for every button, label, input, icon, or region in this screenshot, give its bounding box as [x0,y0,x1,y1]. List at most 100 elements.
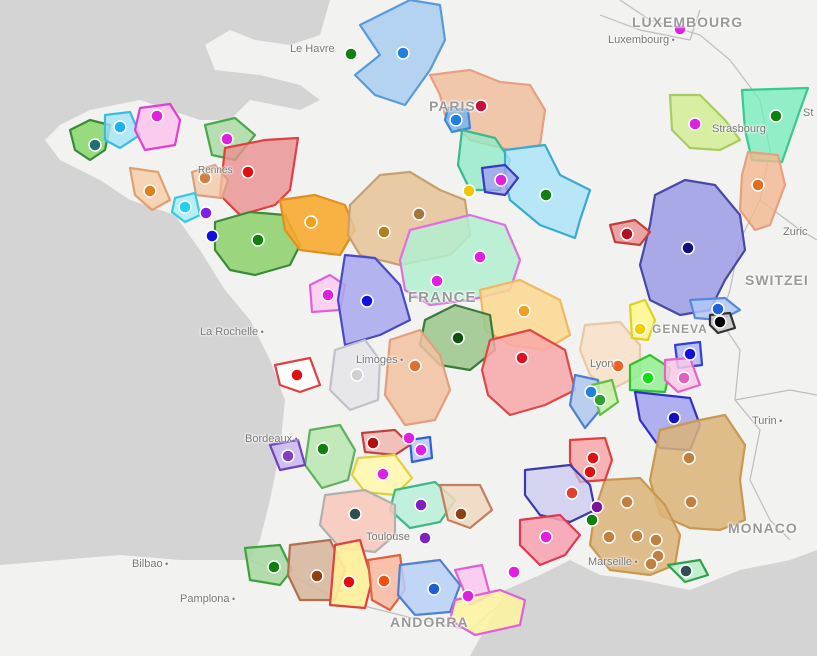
marker-marseille[interactable] [644,557,658,571]
label-luxembourg-city: Luxembourg [608,34,675,46]
marker-limousin-green[interactable] [451,331,465,345]
label-paris: PARIS [429,98,476,114]
marker-cyan-small[interactable] [178,200,192,214]
region-gironde-green[interactable] [303,423,357,490]
marker-lot[interactable] [376,467,390,481]
marker-limousin-orange[interactable] [408,359,422,373]
label-zurich: Zuric [783,226,808,238]
marker-geneva-yellow[interactable] [633,322,647,336]
marker-bearn[interactable] [310,569,324,583]
label-bilbao: Bilbao [132,558,168,570]
marker-loire-green[interactable] [251,233,265,247]
marker-poitou-blue[interactable] [360,294,374,308]
region-poitou-blue[interactable] [336,253,412,347]
marker-nice[interactable] [679,564,693,578]
marker-lyon-orange[interactable] [611,359,625,373]
region-alsace-orange[interactable] [738,150,787,232]
marker-champagne-green[interactable] [539,188,553,202]
label-st-edge: St [803,107,814,119]
marker-purple-small[interactable] [199,206,213,220]
marker-bigorre[interactable] [342,575,356,589]
marker-brittany-teal[interactable] [88,138,102,152]
marker-ariege[interactable] [427,582,441,596]
marker-alsace-orange[interactable] [751,178,765,192]
region-auvergne-red[interactable] [480,328,577,417]
marker-centre-pink[interactable] [430,274,444,288]
marker-savoy-green[interactable] [641,371,655,385]
marker-gironde[interactable] [316,442,330,456]
marker-le-havre[interactable] [344,47,358,61]
marker-isere-indigo[interactable] [667,411,681,425]
label-pamplona: Pamplona [180,593,235,605]
marker-herault[interactable] [539,530,553,544]
marker-toulouse[interactable] [418,531,432,545]
marker-geneva-black[interactable] [713,315,727,329]
marker-centre-tan-1[interactable] [377,225,391,239]
marker-centre-mint[interactable] [473,250,487,264]
marker-provence-4[interactable] [649,533,663,547]
marker-gard-green[interactable] [585,513,599,527]
marker-aude[interactable] [461,589,475,603]
marker-yellow[interactable] [462,184,476,198]
marker-normandy-east[interactable] [396,46,410,60]
marker-dordogne-red[interactable] [366,436,380,450]
marker-alps-1[interactable] [682,451,696,465]
marker-dordogne-pink[interactable] [402,431,416,445]
label-geneva: GENEVA [652,322,708,336]
marker-bordeaux-purple[interactable] [281,449,295,463]
marker-small-red[interactable] [620,227,634,241]
region-aveyron-tan[interactable] [438,483,494,530]
marker-tarn[interactable] [414,498,428,512]
marker-brittany-green[interactable] [220,132,234,146]
marker-lorraine[interactable] [688,117,702,131]
marker-auvergne-red[interactable] [515,351,529,365]
marker-provence-1[interactable] [620,495,634,509]
label-marseille: Marseille [588,556,638,568]
marker-limoges-grey[interactable] [350,368,364,382]
marker-aveyron[interactable] [454,507,468,521]
marker-isere-green[interactable] [593,393,607,407]
marker-paris-blue[interactable] [449,113,463,127]
label-andorra: ANDORRA [390,614,469,630]
marker-paris-magenta[interactable] [494,173,508,187]
marker-charente-red[interactable] [290,368,304,382]
marker-brittany-pink[interactable] [150,109,164,123]
marker-centre-tan-2[interactable] [412,207,426,221]
marker-provence-2[interactable] [602,530,616,544]
map-view[interactable]: LUXEMBOURG Luxembourg Le Havre PARIS Str… [0,0,817,656]
marker-paris-red[interactable] [474,99,488,113]
marker-blue-geneva[interactable] [711,302,725,316]
label-france: FRANCE [408,289,477,306]
marker-alsace-green[interactable] [769,109,783,123]
label-la-rochelle: La Rochelle [200,326,264,338]
marker-small-orange[interactable] [143,184,157,198]
marker-blue-small[interactable] [205,229,219,243]
marker-blue-small-2[interactable] [414,443,428,457]
label-bordeaux: Bordeaux [245,433,298,445]
marker-alps-2[interactable] [684,495,698,509]
marker-rhone-red-2[interactable] [583,465,597,479]
marker-comminges[interactable] [377,574,391,588]
marker-franche-comte[interactable] [681,241,695,255]
sea-channel [0,0,330,565]
label-switzerland: SWITZEI [745,272,809,288]
marker-brittany-cyan[interactable] [113,120,127,134]
marker-rhone-red-1[interactable] [586,451,600,465]
marker-basque[interactable] [267,560,281,574]
marker-gard-orange[interactable] [565,486,579,500]
marker-savoy-blue[interactable] [683,347,697,361]
marker-gers[interactable] [348,507,362,521]
marker-roussillon[interactable] [507,565,521,579]
label-le-havre: Le Havre [290,43,335,55]
label-limoges: Limoges [356,354,403,366]
marker-anjou-orange[interactable] [304,215,318,229]
border-italy [734,389,817,401]
marker-provence-3[interactable] [630,529,644,543]
marker-maine-red[interactable] [241,165,255,179]
label-turin: Turin [752,415,782,427]
marker-poitou-pink[interactable] [321,288,335,302]
label-lyon: Lyon [590,358,614,370]
marker-savoy-pink[interactable] [677,371,691,385]
marker-burgundy[interactable] [517,304,531,318]
marker-gard-purple[interactable] [590,500,604,514]
